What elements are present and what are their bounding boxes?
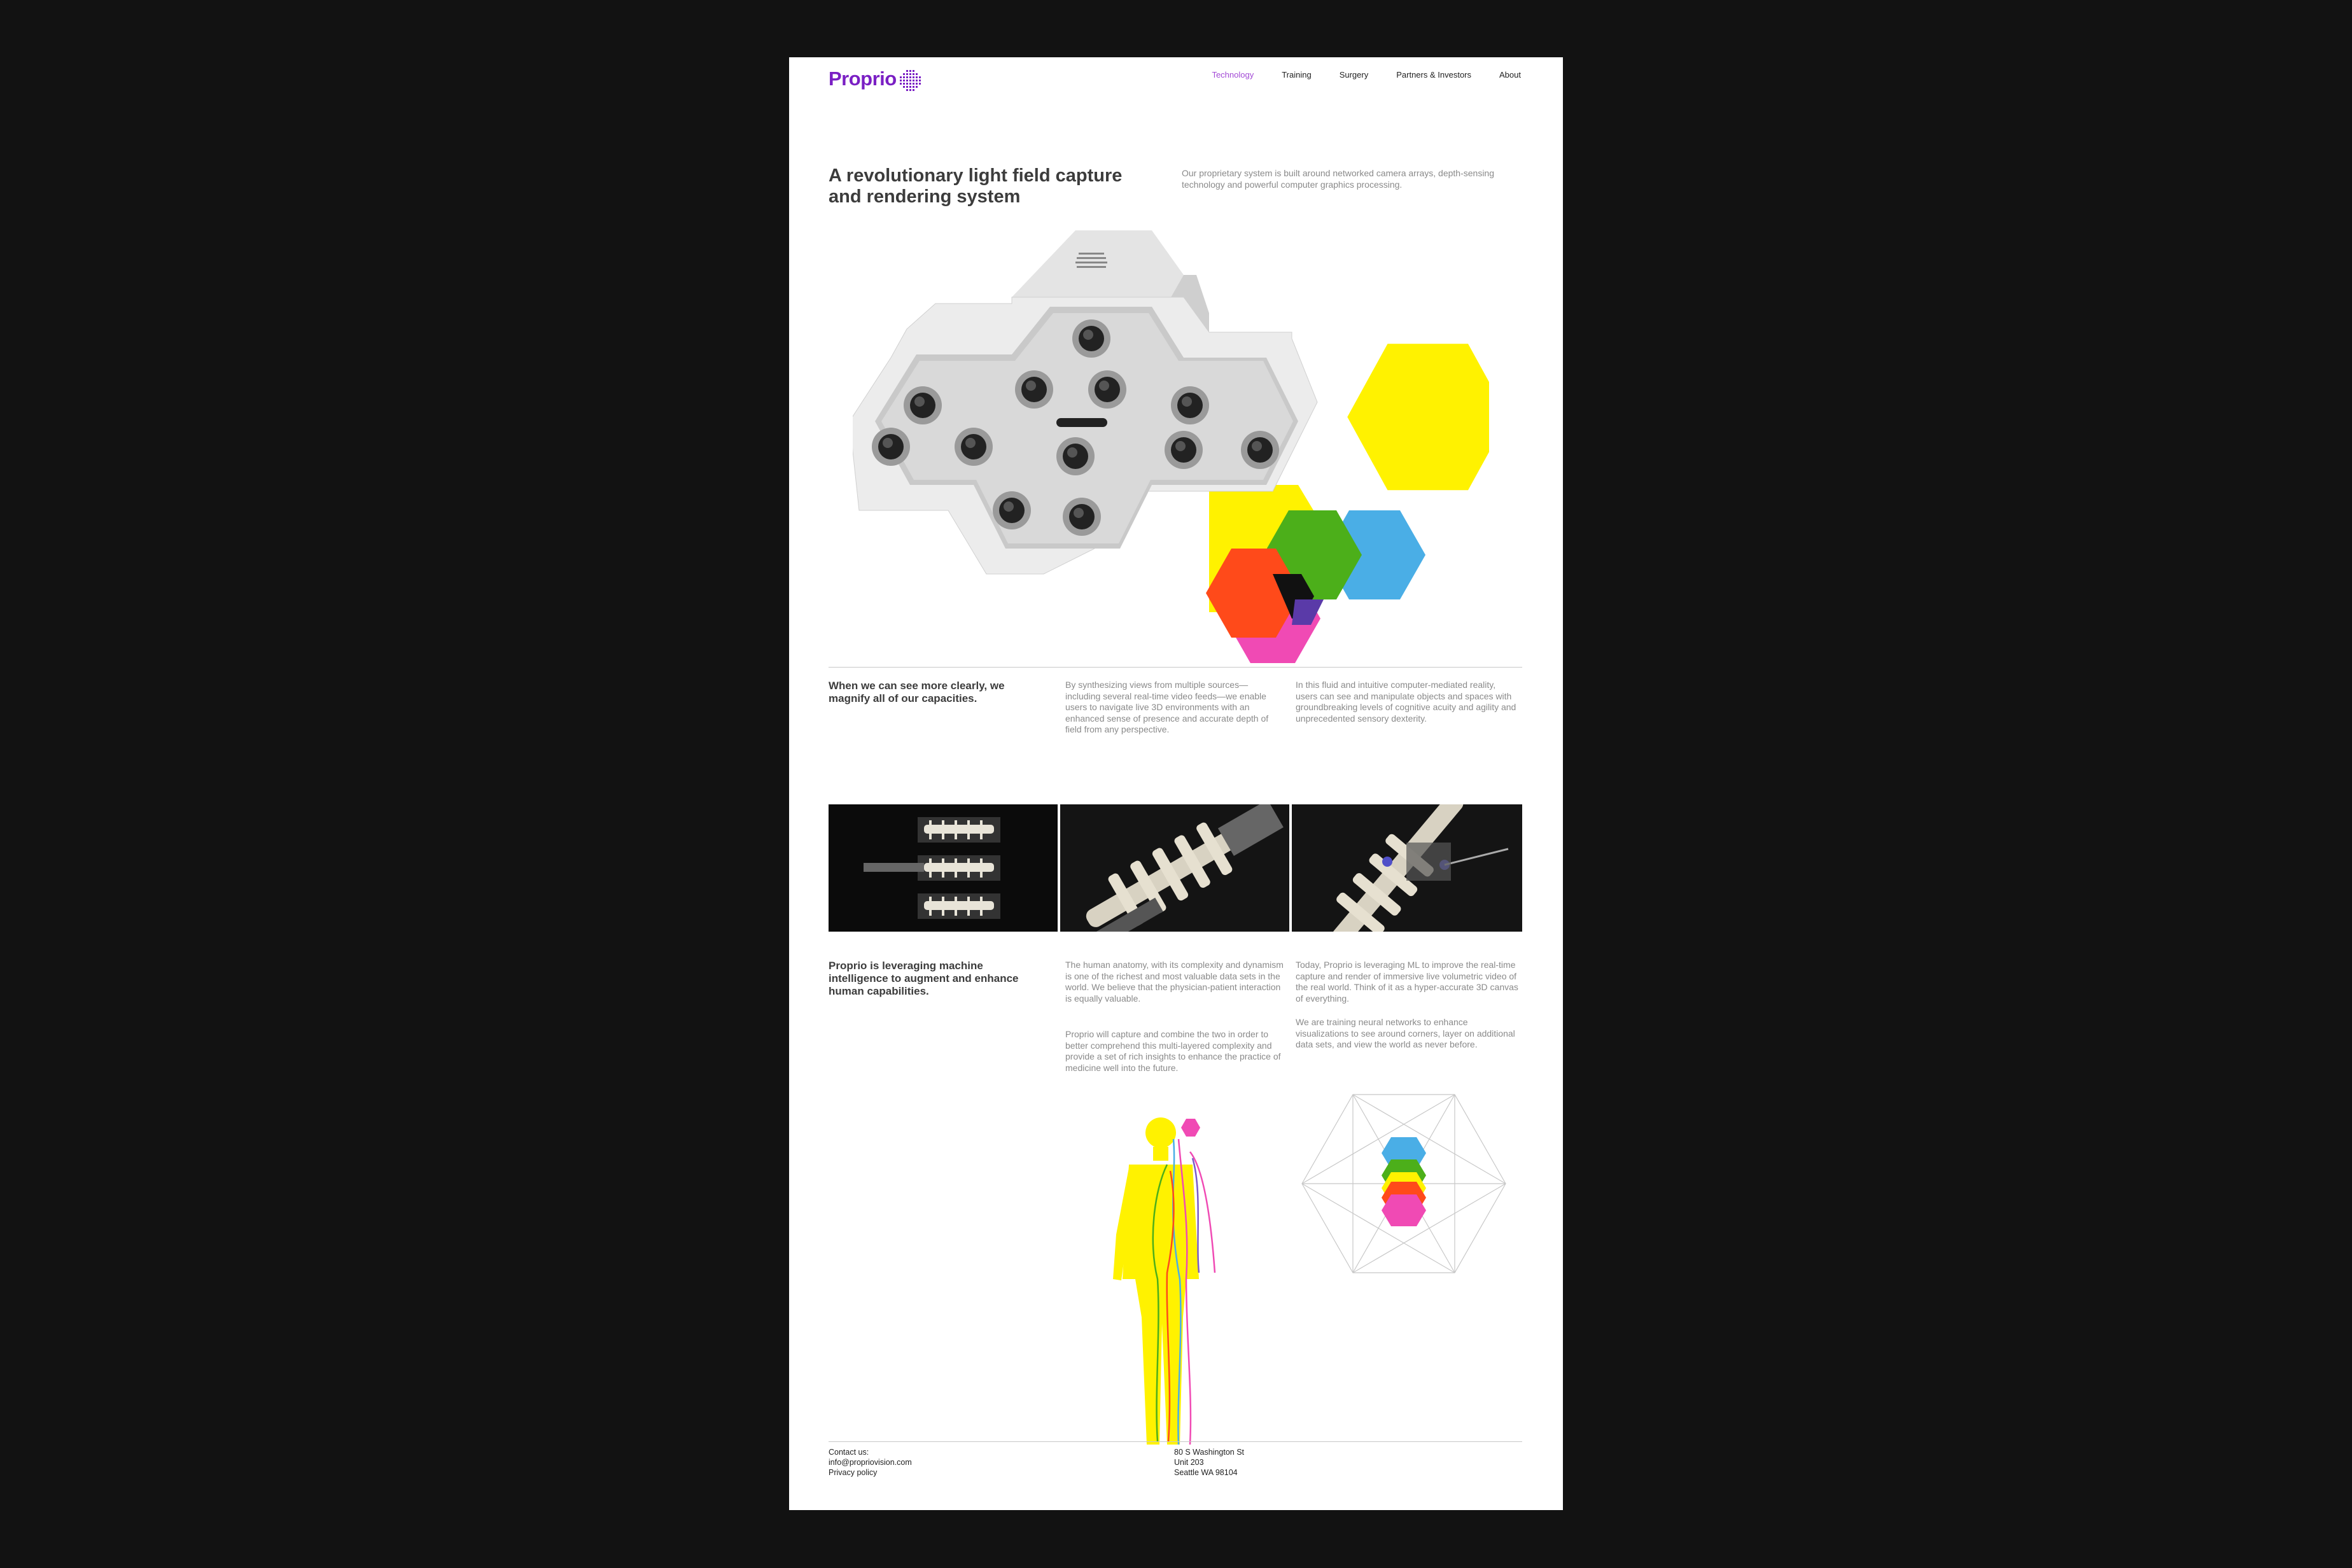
- logo-dot-grid-icon: [900, 70, 921, 91]
- section2-col2-p2: We are training neural networks to enhan…: [1296, 1017, 1515, 1049]
- hex-wireframe-diagram: [1301, 1094, 1506, 1273]
- nav-item-training[interactable]: Training: [1282, 70, 1311, 80]
- spine-model-image: [1060, 804, 1289, 932]
- nav-item-partners-investors[interactable]: Partners & Investors: [1396, 70, 1471, 80]
- gallery-image-1[interactable]: [829, 804, 1058, 932]
- section2-col1-p1: The human anatomy, with its complexity a…: [1065, 960, 1284, 1004]
- spine-grid-image: [829, 804, 1058, 932]
- main-nav: Technology Training Surgery Partners & I…: [1212, 70, 1521, 80]
- brand-logo[interactable]: Proprio: [829, 67, 897, 90]
- gallery-image-3[interactable]: [1292, 804, 1522, 932]
- address-line-1: 80 S Washington St: [1174, 1448, 1245, 1457]
- footer-address: 80 S Washington St Unit 203 Seattle WA 9…: [1174, 1447, 1244, 1478]
- camera-array-illustration: [853, 230, 1489, 663]
- nav-item-surgery[interactable]: Surgery: [1340, 70, 1369, 80]
- divider: [829, 667, 1522, 668]
- anatomy-illustration: [1113, 1117, 1216, 1445]
- section2-heading: Proprio is leveraging machine intelligen…: [829, 960, 1019, 997]
- nav-item-technology[interactable]: Technology: [1212, 70, 1254, 80]
- address-line-2: Unit 203: [1174, 1458, 1204, 1467]
- footer-contact: Contact us: info@propriovision.com Priva…: [829, 1447, 912, 1478]
- section1-col2: In this fluid and intuitive computer-med…: [1296, 680, 1516, 724]
- nav-item-about[interactable]: About: [1499, 70, 1521, 80]
- hero-title: A revolutionary light field capture and …: [829, 165, 1123, 207]
- section1-heading: When we can see more clearly, we magnify…: [829, 680, 1005, 704]
- hero-intro: Our proprietary system is built around n…: [1182, 168, 1494, 190]
- spine-surgical-image: [1292, 804, 1522, 932]
- page: Proprio Technology Training Surgery Part…: [789, 57, 1563, 1510]
- contact-label: Contact us:: [829, 1448, 869, 1457]
- footer-divider: [829, 1441, 1522, 1442]
- contact-email-link[interactable]: info@propriovision.com: [829, 1457, 912, 1467]
- yellow-hex: [1347, 344, 1489, 491]
- address-line-3: Seattle WA 98104: [1174, 1468, 1238, 1477]
- section1-col1: By synthesizing views from multiple sour…: [1065, 680, 1269, 734]
- privacy-policy-link[interactable]: Privacy policy: [829, 1467, 912, 1478]
- section2-col2-p1: Today, Proprio is leveraging ML to impro…: [1296, 960, 1518, 1004]
- section2-col1-p2: Proprio will capture and combine the two…: [1065, 1029, 1281, 1073]
- gallery-image-2[interactable]: [1060, 804, 1289, 932]
